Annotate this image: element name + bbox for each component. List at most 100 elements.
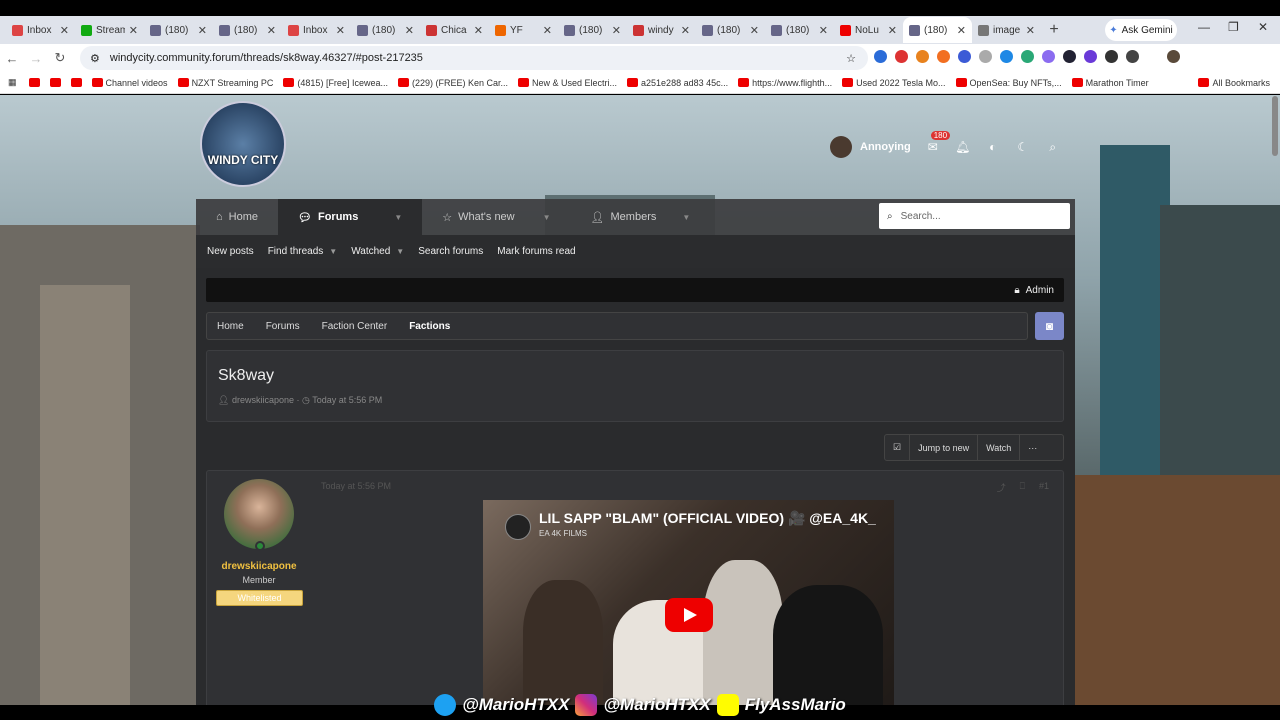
thread-author[interactable]: drewskiicapone	[232, 395, 294, 405]
inbox-icon[interactable]: ✉ 180	[925, 131, 951, 154]
close-window-icon[interactable]: ✕	[1258, 20, 1268, 34]
new-tab-button[interactable]: +	[1041, 21, 1067, 39]
site-logo[interactable]: WINDY CITY	[200, 101, 286, 187]
minimize-icon[interactable]: —	[1198, 20, 1210, 34]
search-input[interactable]: ⌕ Search...	[879, 203, 1070, 229]
close-tab-icon[interactable]: ✕	[888, 24, 897, 37]
bookmark-item[interactable]: New & Used Electri...	[518, 78, 617, 88]
post-username[interactable]: drewskiicapone	[207, 561, 311, 572]
browser-tab[interactable]: Inbox ✕	[6, 17, 75, 43]
bookmark-item[interactable]: (4815) [Free] Icewea...	[283, 78, 388, 88]
close-tab-icon[interactable]: ✕	[405, 24, 414, 37]
moon-icon[interactable]: ☾	[1015, 140, 1031, 154]
close-tab-icon[interactable]: ✕	[267, 24, 276, 37]
bookmark-icon[interactable]: ⎕	[1020, 481, 1025, 494]
close-tab-icon[interactable]: ✕	[1026, 24, 1035, 37]
browser-tab[interactable]: Stream ✕	[75, 17, 144, 43]
chevron-down-icon[interactable]: ▼	[682, 213, 690, 222]
bookmark-item[interactable]: a251e288 ad83 45c...	[627, 78, 728, 88]
close-tab-icon[interactable]: ✕	[750, 24, 759, 37]
extension-icon[interactable]	[874, 50, 887, 63]
extension-icon[interactable]	[1021, 50, 1034, 63]
close-tab-icon[interactable]: ✕	[336, 24, 345, 37]
bookmark-item[interactable]: Channel videos	[91, 78, 168, 88]
browser-tab[interactable]: (180) ✕	[903, 17, 972, 43]
browser-tab[interactable]: Inbox ✕	[282, 17, 351, 43]
chevron-down-icon[interactable]: ▼	[329, 247, 337, 256]
play-button[interactable]	[665, 598, 713, 632]
close-tab-icon[interactable]: ✕	[681, 24, 690, 37]
extension-icon[interactable]	[1126, 50, 1139, 63]
search-icon[interactable]: ⌕	[1045, 140, 1061, 155]
chevron-down-icon[interactable]: ▼	[543, 213, 551, 222]
admin-link[interactable]: Admin	[1026, 285, 1054, 296]
video-title[interactable]: LIL SAPP "BLAM" (OFFICIAL VIDEO) 🎥 @EA_4…	[539, 510, 876, 527]
post-number[interactable]: #1	[1039, 481, 1049, 494]
maximize-icon[interactable]: ❐	[1228, 20, 1239, 34]
nav-forums[interactable]: 💬︎ Forums ▼	[278, 199, 423, 235]
nav-home[interactable]: ⌂ Home	[196, 199, 278, 235]
bookmark-item[interactable]: https://www.flighth...	[738, 78, 832, 88]
bookmark-youtube-icon[interactable]	[49, 78, 61, 87]
url-bar[interactable]: ⚙ windycity.community.forum/threads/sk8w…	[80, 46, 868, 70]
bookmark-item[interactable]: (229) (FREE) Ken Car...	[397, 78, 508, 88]
close-tab-icon[interactable]: ✕	[612, 24, 621, 37]
breadcrumb-item[interactable]: Faction Center	[322, 321, 388, 332]
breadcrumb-item[interactable]: Factions	[409, 321, 450, 332]
bookmark-item[interactable]: NZXT Streaming PC	[177, 78, 273, 88]
bell-icon[interactable]: 🔔︎	[955, 140, 971, 154]
extension-icon[interactable]	[1063, 50, 1076, 63]
video-channel[interactable]: EA 4K FILMS	[539, 529, 587, 538]
bookmark-youtube-icon[interactable]	[70, 78, 82, 87]
close-tab-icon[interactable]: ✕	[129, 24, 138, 37]
forward-icon[interactable]: →	[24, 51, 48, 66]
browser-tab[interactable]: NoLu ✕	[834, 17, 903, 43]
browser-tab[interactable]: (180) ✕	[144, 17, 213, 43]
ask-gemini-button[interactable]: ✦ Ask Gemini	[1105, 19, 1177, 41]
style-toggle-icon[interactable]: ◐	[985, 140, 1001, 154]
channel-avatar[interactable]	[505, 514, 531, 540]
close-tab-icon[interactable]: ✕	[474, 24, 483, 37]
scrollbar[interactable]	[1272, 96, 1278, 156]
close-tab-icon[interactable]: ✕	[819, 24, 828, 37]
browser-tab[interactable]: (180) ✕	[213, 17, 282, 43]
extension-icon[interactable]	[1000, 50, 1013, 63]
subnav-link[interactable]: Watched	[351, 246, 390, 257]
watch-button[interactable]: Watch	[978, 435, 1021, 460]
browser-tab[interactable]: (180) ✕	[558, 17, 627, 43]
extension-icon[interactable]	[937, 50, 950, 63]
share-icon[interactable]: ⤴	[997, 481, 1006, 494]
bookmark-star-icon[interactable]: ☆	[846, 52, 856, 65]
avatar[interactable]	[224, 479, 294, 549]
close-tab-icon[interactable]: ✕	[60, 24, 69, 37]
chevron-down-icon[interactable]: ▼	[396, 247, 404, 256]
extension-icon[interactable]	[1042, 50, 1055, 63]
site-info-icon[interactable]: ⚙	[90, 52, 100, 65]
browser-tab[interactable]: image ✕	[972, 17, 1041, 43]
extension-icon[interactable]	[1105, 50, 1118, 63]
extension-icon[interactable]	[958, 50, 971, 63]
close-tab-icon[interactable]: ✕	[957, 24, 966, 37]
browser-tab[interactable]: (180) ✕	[696, 17, 765, 43]
close-tab-icon[interactable]: ✕	[198, 24, 207, 37]
browser-tab[interactable]: (180) ✕	[765, 17, 834, 43]
bookmark-item[interactable]: Used 2022 Tesla Mo...	[842, 78, 946, 88]
extension-icon[interactable]	[916, 50, 929, 63]
apps-grid-icon[interactable]: ▦	[8, 77, 17, 88]
browser-tab[interactable]: YF ✕	[489, 17, 558, 43]
bookmark-item[interactable]: OpenSea: Buy NFTs,...	[955, 78, 1062, 88]
subnav-link[interactable]: Search forums	[418, 246, 483, 257]
jump-to-new-button[interactable]: Jump to new	[910, 435, 979, 460]
chevron-down-icon[interactable]: ▼	[394, 213, 402, 222]
breadcrumb-item[interactable]: Forums	[266, 321, 300, 332]
browser-tab[interactable]: Chica ✕	[420, 17, 489, 43]
post-date[interactable]: Today at 5:56 PM	[321, 481, 391, 491]
reload-icon[interactable]: ↻	[48, 50, 72, 66]
subnav-link[interactable]: Mark forums read	[497, 246, 575, 257]
nav-whats-new[interactable]: ☆ What's new ▼	[422, 199, 570, 235]
browser-tab[interactable]: (180) ✕	[351, 17, 420, 43]
nav-members[interactable]: 👤︎ Members ▼	[571, 199, 711, 235]
extension-icon[interactable]	[895, 50, 908, 63]
user-avatar[interactable]	[830, 136, 852, 158]
bookmark-item[interactable]: All Bookmarks	[1198, 78, 1270, 88]
